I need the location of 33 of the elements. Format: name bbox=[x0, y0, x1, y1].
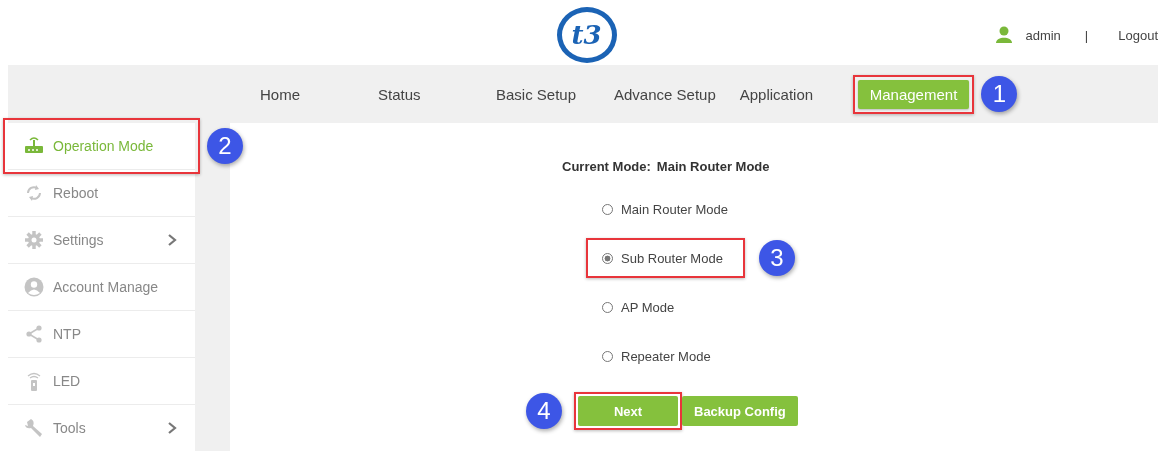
step-number-badge: 4 bbox=[526, 393, 562, 429]
sidebar-item[interactable]: Reboot bbox=[8, 170, 195, 217]
logout-link[interactable]: Logout bbox=[1118, 27, 1158, 43]
radio-button[interactable] bbox=[602, 252, 613, 264]
step-number-badge: 1 bbox=[981, 76, 1018, 112]
sidebar-item[interactable]: LED bbox=[8, 358, 195, 405]
sidebar-item[interactable]: Account Manage bbox=[8, 264, 195, 311]
wrench-icon bbox=[24, 418, 44, 438]
user-name: admin bbox=[1025, 27, 1061, 43]
radio-option[interactable]: AP Mode bbox=[602, 297, 675, 317]
nav-tab[interactable]: Application bbox=[739, 79, 834, 109]
nav-tab[interactable]: Basic Setup bbox=[496, 79, 590, 109]
share-icon bbox=[24, 324, 44, 344]
nav-tab[interactable]: Advance Setup bbox=[614, 79, 716, 109]
nav-tab[interactable]: Status bbox=[378, 79, 472, 109]
logo: t3 bbox=[556, 6, 617, 63]
nav-tab[interactable]: Home bbox=[260, 79, 354, 109]
refresh-icon bbox=[24, 183, 44, 203]
settings-icon bbox=[24, 230, 44, 250]
account-icon bbox=[24, 277, 44, 297]
sidebar-item[interactable]: Tools bbox=[8, 405, 195, 451]
step-number-badge: 2 bbox=[207, 128, 243, 164]
sidebar-item[interactable]: Settings bbox=[8, 217, 195, 264]
radio-option[interactable]: Sub Router Mode bbox=[602, 248, 723, 268]
current-mode-value: Main Router Mode bbox=[656, 159, 770, 174]
step-number-badge: 3 bbox=[758, 240, 795, 276]
separator: | bbox=[1084, 27, 1089, 43]
router-icon bbox=[24, 136, 44, 156]
sidebar-item[interactable]: NTP bbox=[8, 311, 195, 358]
user-icon bbox=[995, 26, 1014, 44]
radio-option[interactable]: Repeater Mode bbox=[602, 346, 711, 366]
current-mode-label: Current Mode: bbox=[562, 159, 651, 174]
radio-option[interactable]: Main Router Mode bbox=[602, 199, 728, 219]
